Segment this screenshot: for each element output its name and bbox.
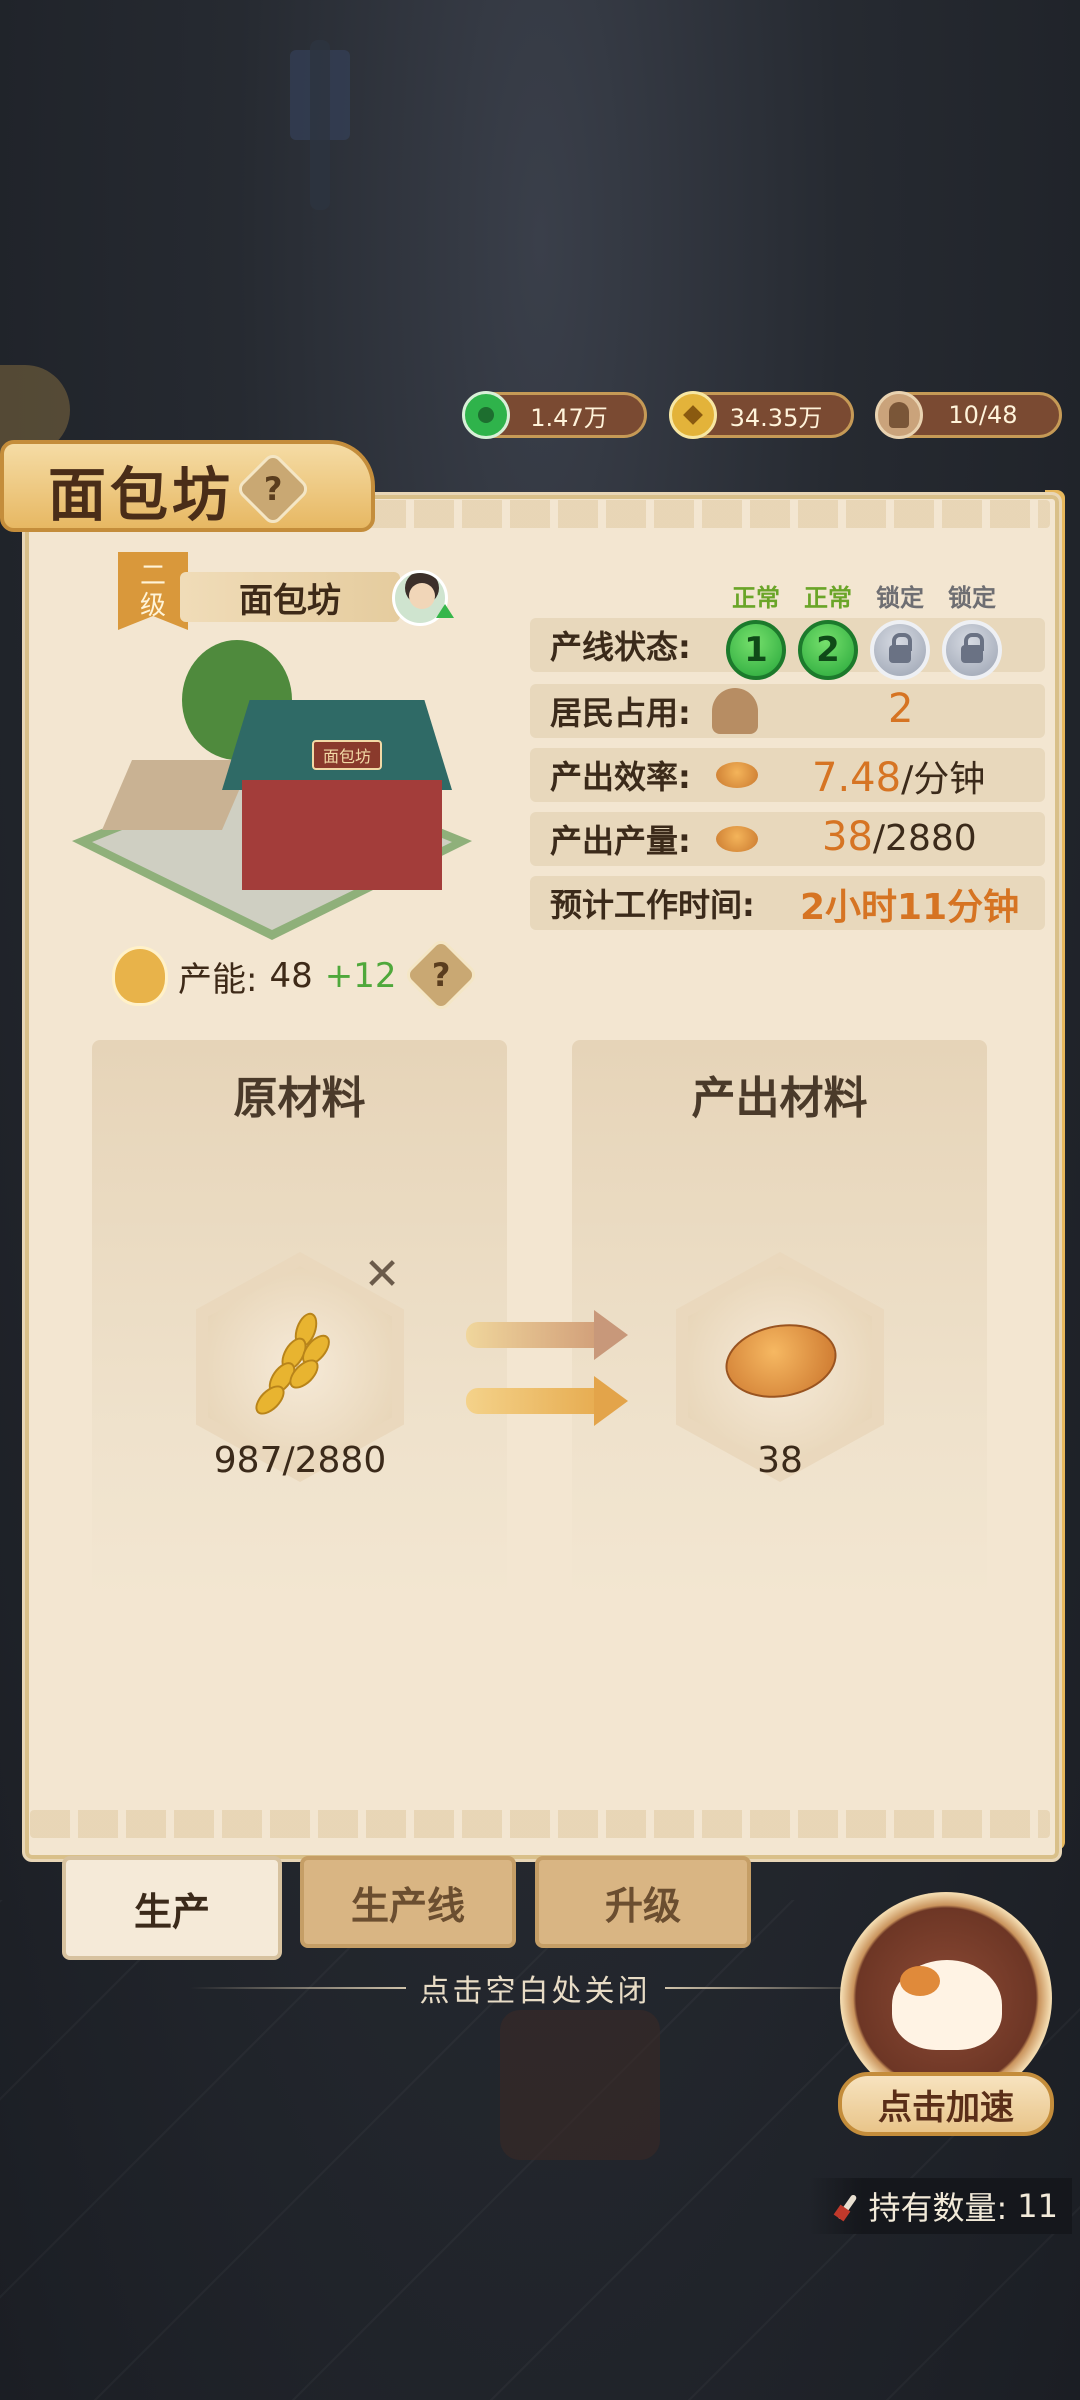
slot-1-number: 1	[744, 630, 768, 670]
close-hint: 点击空白处关闭	[190, 1966, 880, 2010]
tab-production[interactable]: 生产	[62, 1856, 282, 1960]
building-name: 面包坊	[180, 572, 400, 622]
speed-up-label[interactable]: 点击加速	[838, 2072, 1054, 2136]
bread-icon	[716, 762, 758, 788]
coin-amount: 34.35万	[729, 403, 823, 432]
house-wall	[242, 780, 442, 890]
house-sign: 面包坊	[312, 740, 382, 770]
panel-border-bottom	[30, 1810, 1050, 1838]
raw-material-count: 987/2880	[213, 1440, 387, 1481]
slot-3-status: 锁定	[876, 584, 924, 612]
quill-icon	[832, 2191, 862, 2221]
arrow-right-icon	[466, 1376, 628, 1426]
bakery-building-image: 面包坊	[62, 640, 482, 940]
lock-icon	[961, 633, 984, 663]
upgrade-arrow-icon	[436, 604, 454, 618]
cat-icon	[892, 1960, 1002, 2050]
efficiency-unit: /分钟	[901, 759, 986, 800]
help-icon: ?	[431, 956, 451, 994]
tab-production-line[interactable]: 生产线	[300, 1856, 516, 1948]
line-slot-3-locked[interactable]	[870, 620, 930, 680]
tab-upgrade[interactable]: 升级	[535, 1856, 751, 1948]
worker-count[interactable]: 10/48	[875, 391, 1062, 439]
capacity-bonus: +12	[324, 956, 397, 996]
bread-icon	[716, 826, 758, 852]
jade-icon	[462, 391, 510, 439]
output-max: /2880	[872, 818, 977, 859]
capacity-bag-icon	[112, 946, 168, 1006]
help-icon: ?	[263, 470, 283, 508]
level-text-1: 二	[139, 561, 166, 591]
output-material-title: 产出材料	[691, 1073, 868, 1124]
line-slot-1[interactable]: 1	[726, 620, 786, 680]
jade-amount: 1.47万	[530, 403, 608, 432]
slot-1-status: 正常	[732, 584, 780, 612]
capacity-value: 48	[269, 956, 313, 996]
slot-2-status: 正常	[804, 584, 852, 612]
worker-amount: 10/48	[948, 401, 1018, 429]
coin-currency[interactable]: 34.35万	[669, 391, 854, 439]
divider	[190, 1987, 406, 1989]
line-slot-2[interactable]: 2	[798, 620, 858, 680]
owned-value: 11	[1017, 2187, 1058, 2225]
coin-icon	[669, 391, 717, 439]
wheat-icon	[250, 1309, 346, 1422]
capacity-label: 产能:	[178, 959, 258, 1000]
slot-4-status: 锁定	[948, 584, 996, 612]
work-time-label: 预计工作时间:	[550, 886, 755, 924]
residents-value: 2	[888, 686, 914, 732]
background-pole	[310, 40, 330, 210]
line-status-label: 产线状态:	[550, 628, 691, 666]
output-material-count: 38	[757, 1440, 803, 1481]
residents-row: 居民占用:	[530, 684, 1045, 738]
owned-label: 持有数量:	[868, 2189, 1008, 2227]
resident-icon	[712, 688, 758, 734]
owned-count: 持有数量: 11	[810, 2178, 1072, 2234]
efficiency-value-group: 7.48/分钟	[812, 750, 985, 802]
line-slot-4-locked[interactable]	[942, 620, 1002, 680]
output-value-group: 38/2880	[822, 814, 977, 860]
lock-icon	[889, 633, 912, 663]
jade-currency[interactable]: 1.47万	[462, 391, 647, 439]
worker-icon	[875, 391, 923, 439]
output-current: 38	[822, 814, 873, 860]
residents-label: 居民占用:	[550, 694, 691, 732]
remove-material-button[interactable]: ✕	[360, 1249, 404, 1300]
capacity-row: 产能: 48 +12	[112, 946, 397, 1006]
raw-material-title: 原材料	[233, 1073, 366, 1124]
efficiency-value: 7.48	[812, 755, 902, 801]
output-label: 产出产量:	[550, 822, 691, 860]
work-time-value: 2小时11分钟	[800, 887, 1020, 928]
background-cart	[500, 2010, 660, 2160]
close-hint-text: 点击空白处关闭	[419, 1974, 651, 2009]
efficiency-label: 产出效率:	[550, 758, 691, 796]
page-title: 面包坊	[48, 461, 235, 529]
slot-2-number: 2	[816, 630, 840, 670]
arrow-right-icon	[466, 1310, 628, 1360]
